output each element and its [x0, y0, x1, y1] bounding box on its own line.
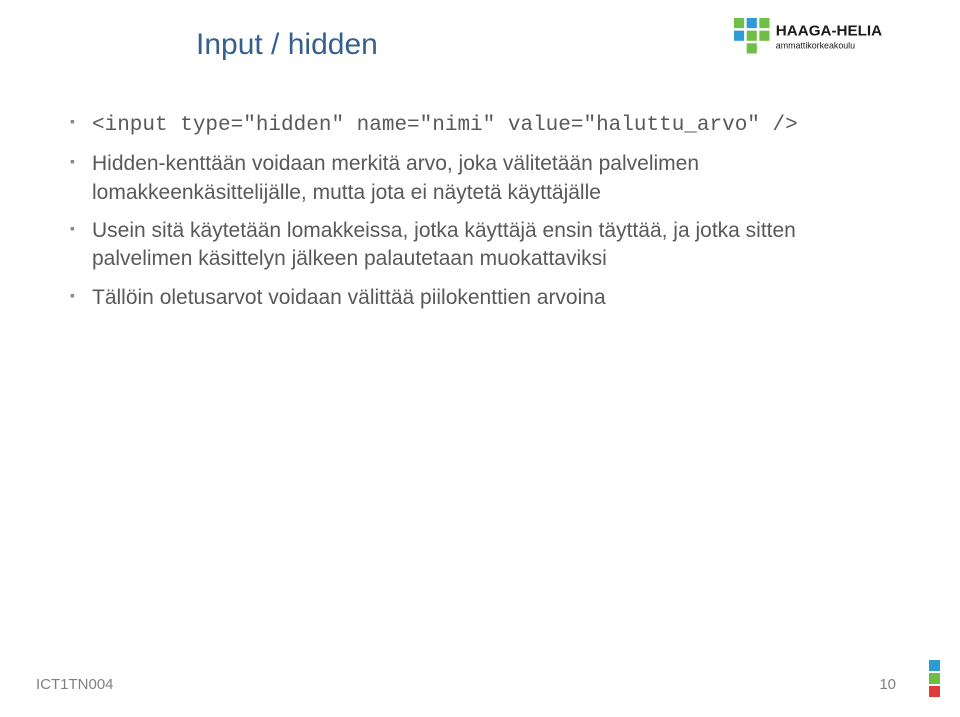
bullet-item: Tällöin oletusarvot voidaan välittää pii…	[70, 284, 820, 312]
corner-squares	[929, 658, 940, 697]
bullet-item: <input type="hidden" name="nimi" value="…	[70, 110, 820, 140]
bullet-text: Hidden-kenttään voidaan merkitä arvo, jo…	[92, 152, 699, 203]
slide-title: Input / hidden	[196, 28, 378, 62]
bullet-text: Usein sitä käytetään lomakkeissa, jotka …	[92, 219, 796, 270]
logo-sub: ammattikorkeakoulu	[776, 40, 855, 50]
bullet-list: <input type="hidden" name="nimi" value="…	[70, 110, 820, 312]
bullet-item: Usein sitä käytetään lomakkeissa, jotka …	[70, 217, 820, 274]
logo: HAAGA-HELIA ammattikorkeakoulu	[734, 18, 924, 67]
corner-square	[929, 673, 940, 684]
content-area: <input type="hidden" name="nimi" value="…	[70, 110, 820, 322]
bullet-item: Hidden-kenttään voidaan merkitä arvo, jo…	[70, 150, 820, 207]
bullet-text: <input type="hidden" name="nimi" value="…	[92, 114, 798, 137]
corner-square	[929, 660, 940, 671]
footer-code: ICT1TN004	[36, 676, 114, 693]
page-number: 10	[879, 676, 896, 693]
corner-square	[929, 686, 940, 697]
bullet-text: Tällöin oletusarvot voidaan välittää pii…	[92, 286, 606, 309]
logo-text: HAAGA-HELIA	[776, 23, 882, 40]
